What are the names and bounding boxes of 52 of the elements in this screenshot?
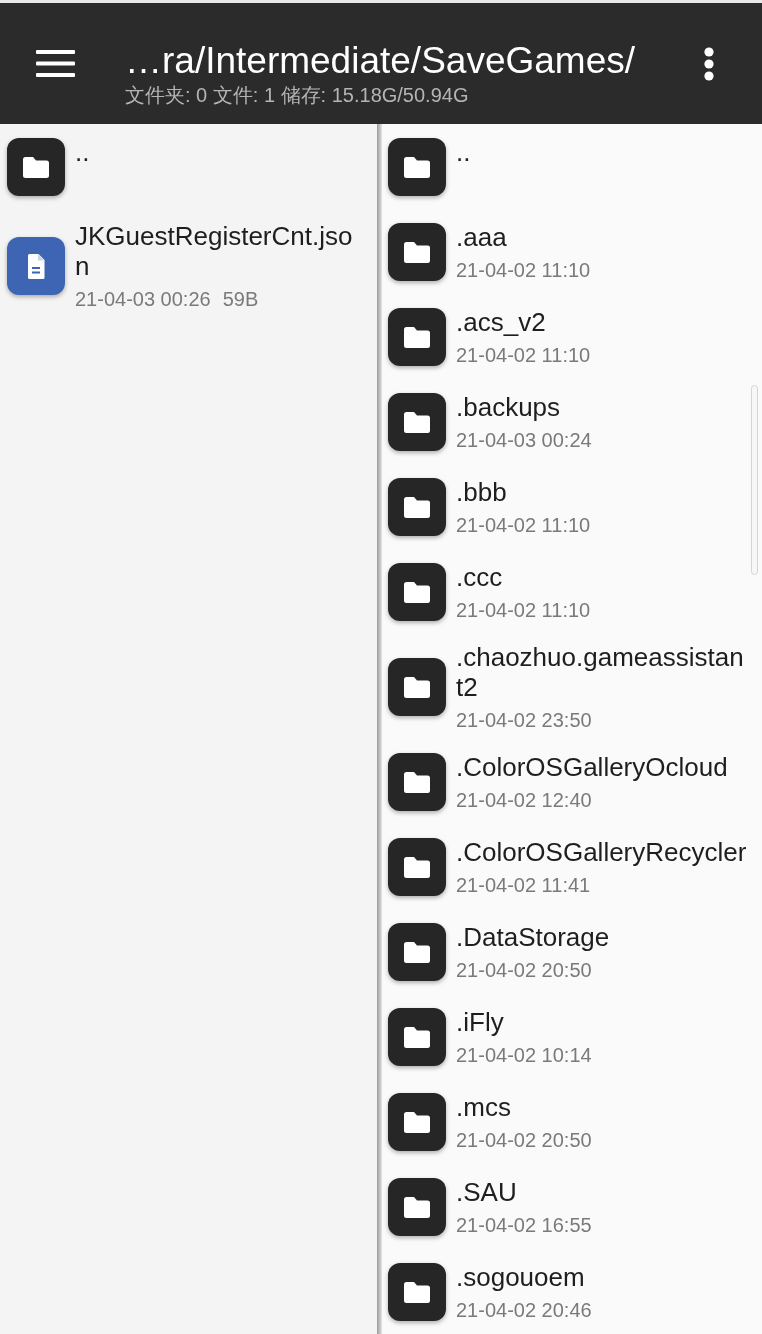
modified-date: 21-04-02 12:40 <box>456 787 592 812</box>
file-name[interactable]: .ColorOSGalleryRecycler <box>456 836 750 867</box>
folder-icon <box>388 1262 446 1321</box>
file-name[interactable]: .mcs <box>456 1091 750 1122</box>
file-name[interactable]: .chaozhuo.gameassistant2 <box>456 641 750 702</box>
folder-icon <box>388 562 446 621</box>
folder-icon <box>388 477 446 536</box>
file-name[interactable]: .DataStorage <box>456 921 750 952</box>
storage-summary: 文件夹: 0 文件: 1 储存: 15.18G/50.94G <box>125 83 470 106</box>
file-name[interactable]: .SAU <box>456 1176 750 1207</box>
folder-icon <box>388 1007 446 1066</box>
modified-date: 21-04-02 23:50 <box>456 707 592 732</box>
file-name[interactable]: .ColorOSGalleryOcloud <box>456 751 750 782</box>
file-size: 59B <box>222 287 259 311</box>
document-icon <box>7 237 65 295</box>
modified-date: 21-04-02 20:50 <box>456 1127 592 1152</box>
folder-path: …ra/Intermediate/SaveGames/ <box>125 38 636 83</box>
file-name[interactable]: .ccc <box>456 561 750 592</box>
folder-icon <box>388 392 446 451</box>
file-name[interactable]: .. <box>75 136 363 167</box>
modified-date: 21-04-02 11:10 <box>456 597 591 622</box>
modified-date: 21-04-02 11:41 <box>456 872 591 897</box>
modified-date: 21-04-02 11:10 <box>456 512 591 537</box>
folder-icon <box>388 922 446 981</box>
folder-icon <box>388 1177 446 1236</box>
scroll-thumb[interactable] <box>751 385 758 575</box>
modified-date: 21-04-02 16:55 <box>456 1212 592 1237</box>
file-name[interactable]: .iFly <box>456 1006 750 1037</box>
folder-icon <box>388 222 446 281</box>
modified-date: 21-04-02 10:14 <box>456 1042 592 1067</box>
folder-icon <box>388 657 446 716</box>
file-name[interactable]: .aaa <box>456 221 750 252</box>
folder-icon <box>7 137 65 196</box>
modified-date: 21-04-02 20:50 <box>456 957 592 982</box>
folder-icon <box>388 137 446 196</box>
modified-date: 21-04-03 00:26 <box>75 287 211 311</box>
menu-icon[interactable] <box>36 50 75 77</box>
folder-icon <box>388 307 446 366</box>
file-name[interactable]: .bbb <box>456 476 750 507</box>
modified-date: 21-04-02 11:10 <box>456 342 591 367</box>
modified-date: 21-04-02 11:10 <box>456 257 591 282</box>
file-name[interactable]: .backups <box>456 391 750 422</box>
file-name[interactable]: JKGuestRegisterCnt.json <box>75 221 363 281</box>
file-name[interactable]: .. <box>456 136 750 167</box>
folder-icon <box>388 1092 446 1151</box>
file-name[interactable]: .sogouoem <box>456 1261 750 1292</box>
more-options-icon[interactable] <box>704 46 714 81</box>
file-name[interactable]: .acs_v2 <box>456 306 750 337</box>
modified-date: 21-04-02 20:46 <box>456 1297 592 1322</box>
folder-icon <box>388 752 446 811</box>
folder-icon <box>388 837 446 896</box>
modified-date: 21-04-03 00:24 <box>456 427 592 452</box>
